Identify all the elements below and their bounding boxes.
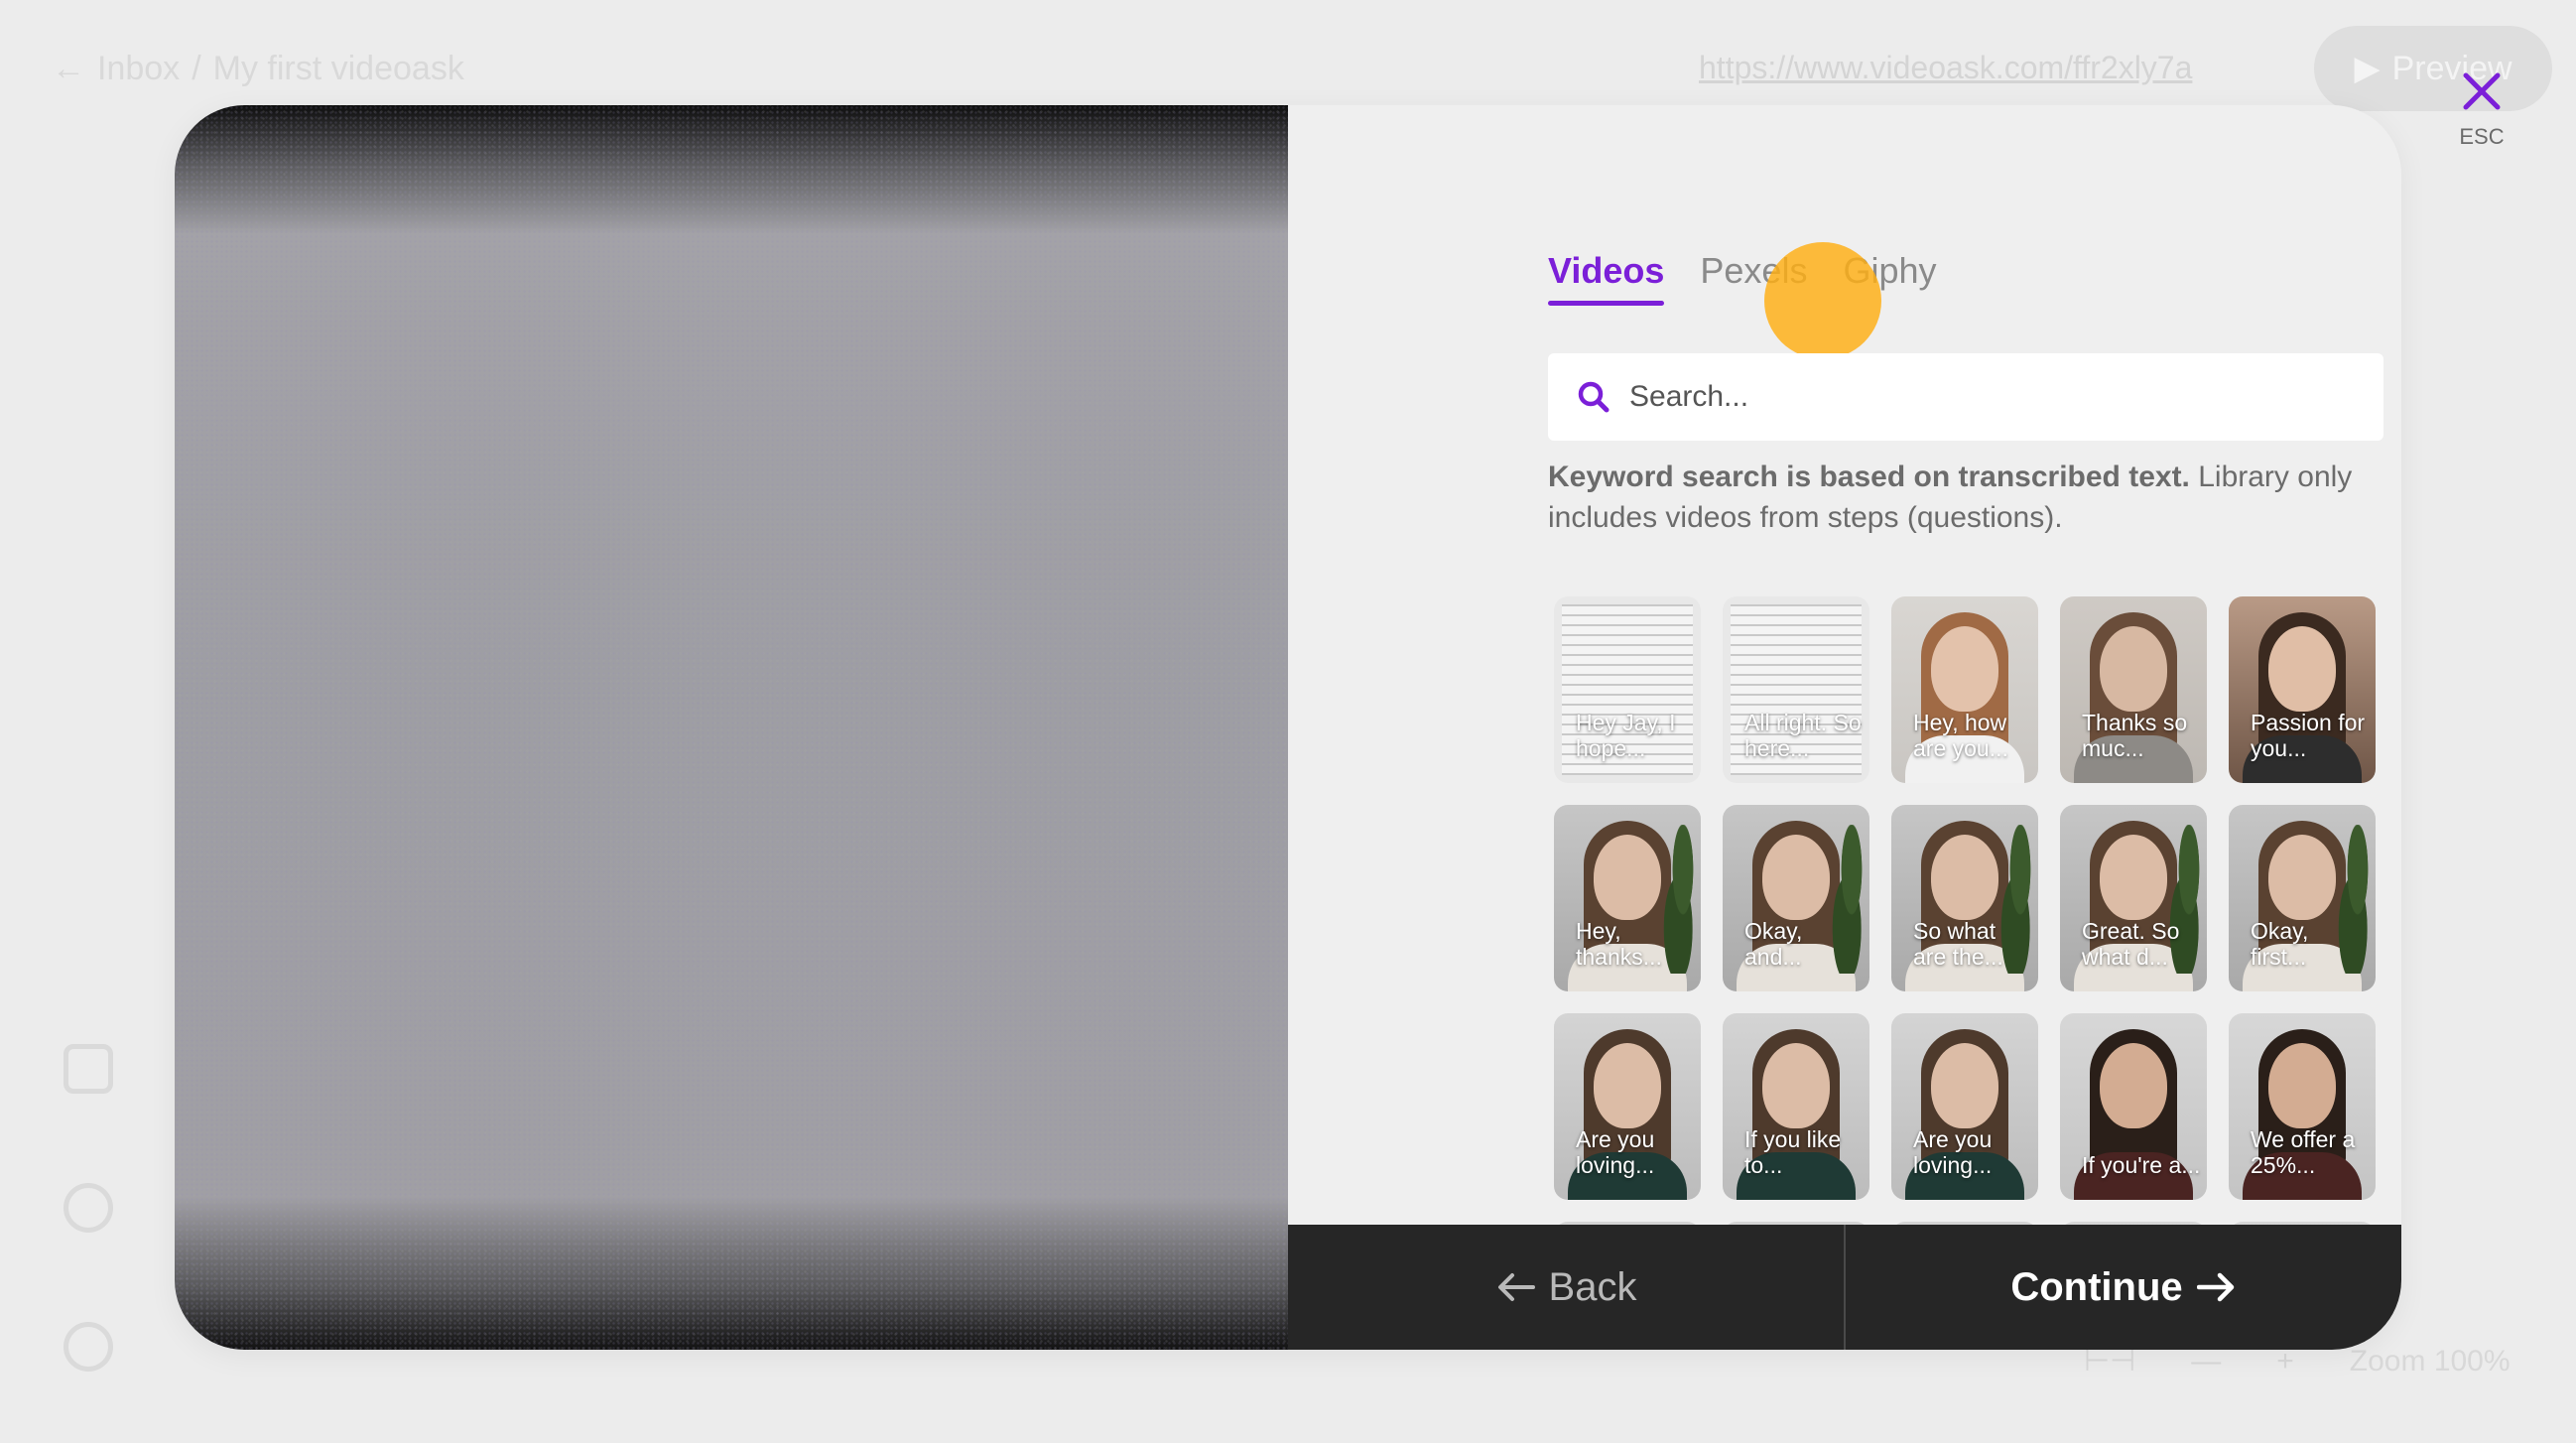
video-grid: Hey Jay, I hope... All right. So here... H…: [1554, 596, 2387, 1246]
continue-label: Continue: [2010, 1264, 2183, 1309]
thumbnail-caption: So what are the...: [1913, 918, 2003, 970]
person-face: [1762, 835, 1830, 920]
person-face: [2268, 626, 2336, 712]
video-thumbnail[interactable]: If you're a...: [2060, 1013, 2207, 1200]
back-label: Back: [1548, 1264, 1637, 1309]
person-face: [2100, 626, 2167, 712]
video-static: [175, 105, 1288, 1350]
thumbnail-caption: Thanks so muc...: [2082, 710, 2188, 761]
video-thumbnail[interactable]: Thanks so muc...: [2060, 596, 2207, 783]
search-box: [1548, 353, 2383, 441]
thumbnail-caption: Passion for you...: [2251, 710, 2366, 761]
thumbnail-caption: Are you loving...: [1913, 1126, 1993, 1178]
video-thumbnail[interactable]: Hey, how are you...: [1891, 596, 2038, 783]
tab-giphy[interactable]: Giphy: [1843, 250, 1936, 300]
thumbnail-caption: Okay, first...: [2251, 918, 2309, 970]
person-face: [1931, 626, 1998, 712]
close-button[interactable]: ESC: [2455, 69, 2509, 159]
video-library-modal: Videos Pexels Giphy Keyword search is ba…: [175, 105, 2401, 1350]
thumbnail-caption: All right. So here...: [1744, 710, 1862, 761]
esc-hint: ESC: [2459, 124, 2505, 149]
action-bar: Back Continue: [1288, 1225, 2401, 1350]
video-thumbnail[interactable]: Great. So what d...: [2060, 805, 2207, 991]
person-face: [1762, 1043, 1830, 1128]
breadcrumb-separator: /: [192, 50, 201, 87]
person-face: [2268, 835, 2336, 920]
person-face: [2100, 835, 2167, 920]
source-tabs: Videos Pexels Giphy: [1548, 250, 1937, 306]
continue-button[interactable]: Continue: [1846, 1225, 2401, 1350]
person-face: [2268, 1043, 2336, 1128]
close-icon: [2463, 72, 2501, 110]
video-thumbnail[interactable]: Passion for you...: [2229, 596, 2376, 783]
video-thumbnail[interactable]: Hey, thanks...: [1554, 805, 1701, 991]
video-thumbnail[interactable]: So what are the...: [1891, 805, 2038, 991]
arrow-left-icon: [1497, 1273, 1535, 1301]
person-face: [2100, 1043, 2167, 1128]
contacts-icon: [64, 1044, 113, 1094]
person-face: [1931, 835, 1998, 920]
person-face: [1594, 1043, 1661, 1128]
video-thumbnail[interactable]: If you like to...: [1723, 1013, 1869, 1200]
thumbnail-caption: Great. So what d...: [2082, 918, 2180, 970]
library-panel: Videos Pexels Giphy Keyword search is ba…: [1288, 105, 2401, 1350]
tab-videos[interactable]: Videos: [1548, 250, 1665, 306]
thumbnail-caption: Hey, thanks...: [1576, 918, 1662, 970]
breadcrumb: ← Inbox / My first videoask: [52, 50, 464, 88]
back-button[interactable]: Back: [1288, 1225, 1846, 1350]
thumbnail-caption: We offer a 25%...: [2251, 1126, 2356, 1178]
search-input[interactable]: [1629, 380, 2383, 414]
video-preview: [175, 105, 1288, 1350]
video-thumbnail[interactable]: All right. So here...: [1723, 596, 1869, 783]
back-arrow-icon: ←: [52, 50, 85, 87]
play-icon: ▶: [2354, 50, 2381, 87]
share-url: https://www.videoask.com/ffr2xly7a: [1699, 50, 2193, 85]
breadcrumb-current: My first videoask: [212, 50, 464, 87]
video-thumbnail[interactable]: Okay, first...: [2229, 805, 2376, 991]
preview-button: ▶ Preview: [2314, 26, 2552, 111]
thumbnail-caption: If you're a...: [2082, 1152, 2201, 1178]
tab-pexels[interactable]: Pexels: [1700, 250, 1807, 300]
video-thumbnail[interactable]: Okay, and...: [1723, 805, 1869, 991]
arrow-right-icon: [2196, 1272, 2234, 1302]
thumbnail-caption: Hey Jay, I hope...: [1576, 710, 1676, 761]
video-thumbnail[interactable]: Are you loving...: [1891, 1013, 2038, 1200]
person-face: [1594, 835, 1661, 920]
video-thumbnail[interactable]: We offer a 25%...: [2229, 1013, 2376, 1200]
thumbnail-caption: Hey, how are you...: [1913, 710, 2008, 761]
thumbnail-caption: If you like to...: [1744, 1126, 1842, 1178]
thumbnail-caption: Are you loving...: [1576, 1126, 1655, 1178]
chat-icon: [64, 1322, 113, 1372]
thumbnail-caption: Okay, and...: [1744, 918, 1803, 970]
search-hint: Keyword search is based on transcribed t…: [1548, 457, 2383, 538]
video-thumbnail[interactable]: Are you loving...: [1554, 1013, 1701, 1200]
person-face: [1931, 1043, 1998, 1128]
search-icon: [1578, 381, 1610, 413]
video-thumbnail[interactable]: Hey Jay, I hope...: [1554, 596, 1701, 783]
settings-icon: [64, 1183, 113, 1233]
breadcrumb-inbox: Inbox: [97, 50, 181, 87]
search-hint-bold: Keyword search is based on transcribed t…: [1548, 460, 2190, 493]
